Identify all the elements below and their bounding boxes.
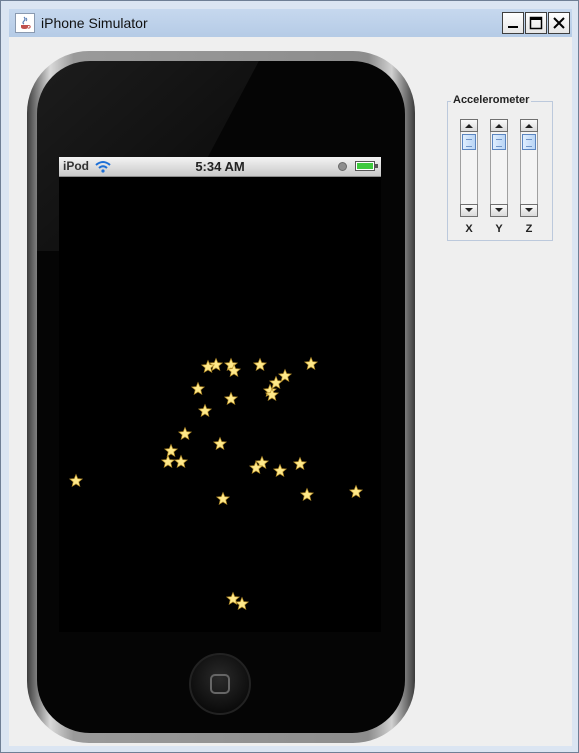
title-bar[interactable]: iPhone Simulator [9,9,572,37]
status-time: 5:34 AM [195,159,245,174]
arrow-down-icon [525,208,533,212]
star-icon [177,426,193,441]
slider-thumb[interactable] [522,134,536,150]
slider-up-button[interactable] [520,119,538,132]
slider-up-button[interactable] [490,119,508,132]
battery-icon [355,161,378,171]
battery-level [357,163,373,169]
star-icon [348,484,364,499]
star-icon [268,375,284,390]
java-cup-icon[interactable] [15,13,35,33]
star-icon [163,443,179,458]
accelerometer-panel: Accelerometer X Y Z [447,94,553,241]
star-icon [223,391,239,406]
slider-down-button[interactable] [520,204,538,217]
star-icon [212,436,228,451]
star-field [59,157,381,632]
star-icon [299,487,315,502]
slider-track[interactable] [520,132,538,204]
arrow-down-icon [465,208,473,212]
accelerometer-title: Accelerometer [451,94,532,106]
maximize-icon [529,16,543,30]
close-button[interactable] [548,12,570,34]
arrow-up-icon [465,124,473,128]
close-icon [553,17,565,29]
star-icon [190,381,206,396]
accelerometer-x-slider[interactable] [460,119,478,217]
slider-down-button[interactable] [490,204,508,217]
x-axis-label: X [465,223,473,235]
device-bezel: iPod 5:34 AM [37,61,405,733]
star-icon [252,357,268,372]
star-icon [234,596,250,611]
slider-down-button[interactable] [460,204,478,217]
z-axis-label: Z [525,223,533,235]
maximize-button[interactable] [525,12,547,34]
star-icon [68,473,84,488]
slider-up-button[interactable] [460,119,478,132]
client-area: iPod 5:34 AM Accelerometer X Y Z [9,37,572,746]
star-icon [292,456,308,471]
arrow-up-icon [495,124,503,128]
accelerometer-y-slider[interactable] [490,119,508,217]
slider-track[interactable] [460,132,478,204]
star-icon [215,491,231,506]
slider-thumb[interactable] [462,134,476,150]
ipod-device: iPod 5:34 AM [27,51,415,743]
minimize-icon [508,26,518,28]
status-bar: iPod 5:34 AM [59,157,381,177]
star-icon [272,463,288,478]
device-screen[interactable]: iPod 5:34 AM [59,157,381,632]
star-icon [197,403,213,418]
star-icon [303,356,319,371]
star-icon [173,454,189,469]
star-icon [277,368,293,383]
y-axis-label: Y [495,223,503,235]
slider-track[interactable] [490,132,508,204]
star-icon [160,454,176,469]
window-title: iPhone Simulator [41,15,148,31]
star-icon [208,357,224,372]
arrow-down-icon [495,208,503,212]
slider-thumb[interactable] [492,134,506,150]
minimize-button[interactable] [502,12,524,34]
app-window: iPhone Simulator iPod 5:34 AM Accelerome… [0,0,579,753]
home-button[interactable] [189,653,251,715]
lock-icon [338,162,347,171]
home-square-icon [210,674,230,694]
arrow-up-icon [525,124,533,128]
accelerometer-z-slider[interactable] [520,119,538,217]
